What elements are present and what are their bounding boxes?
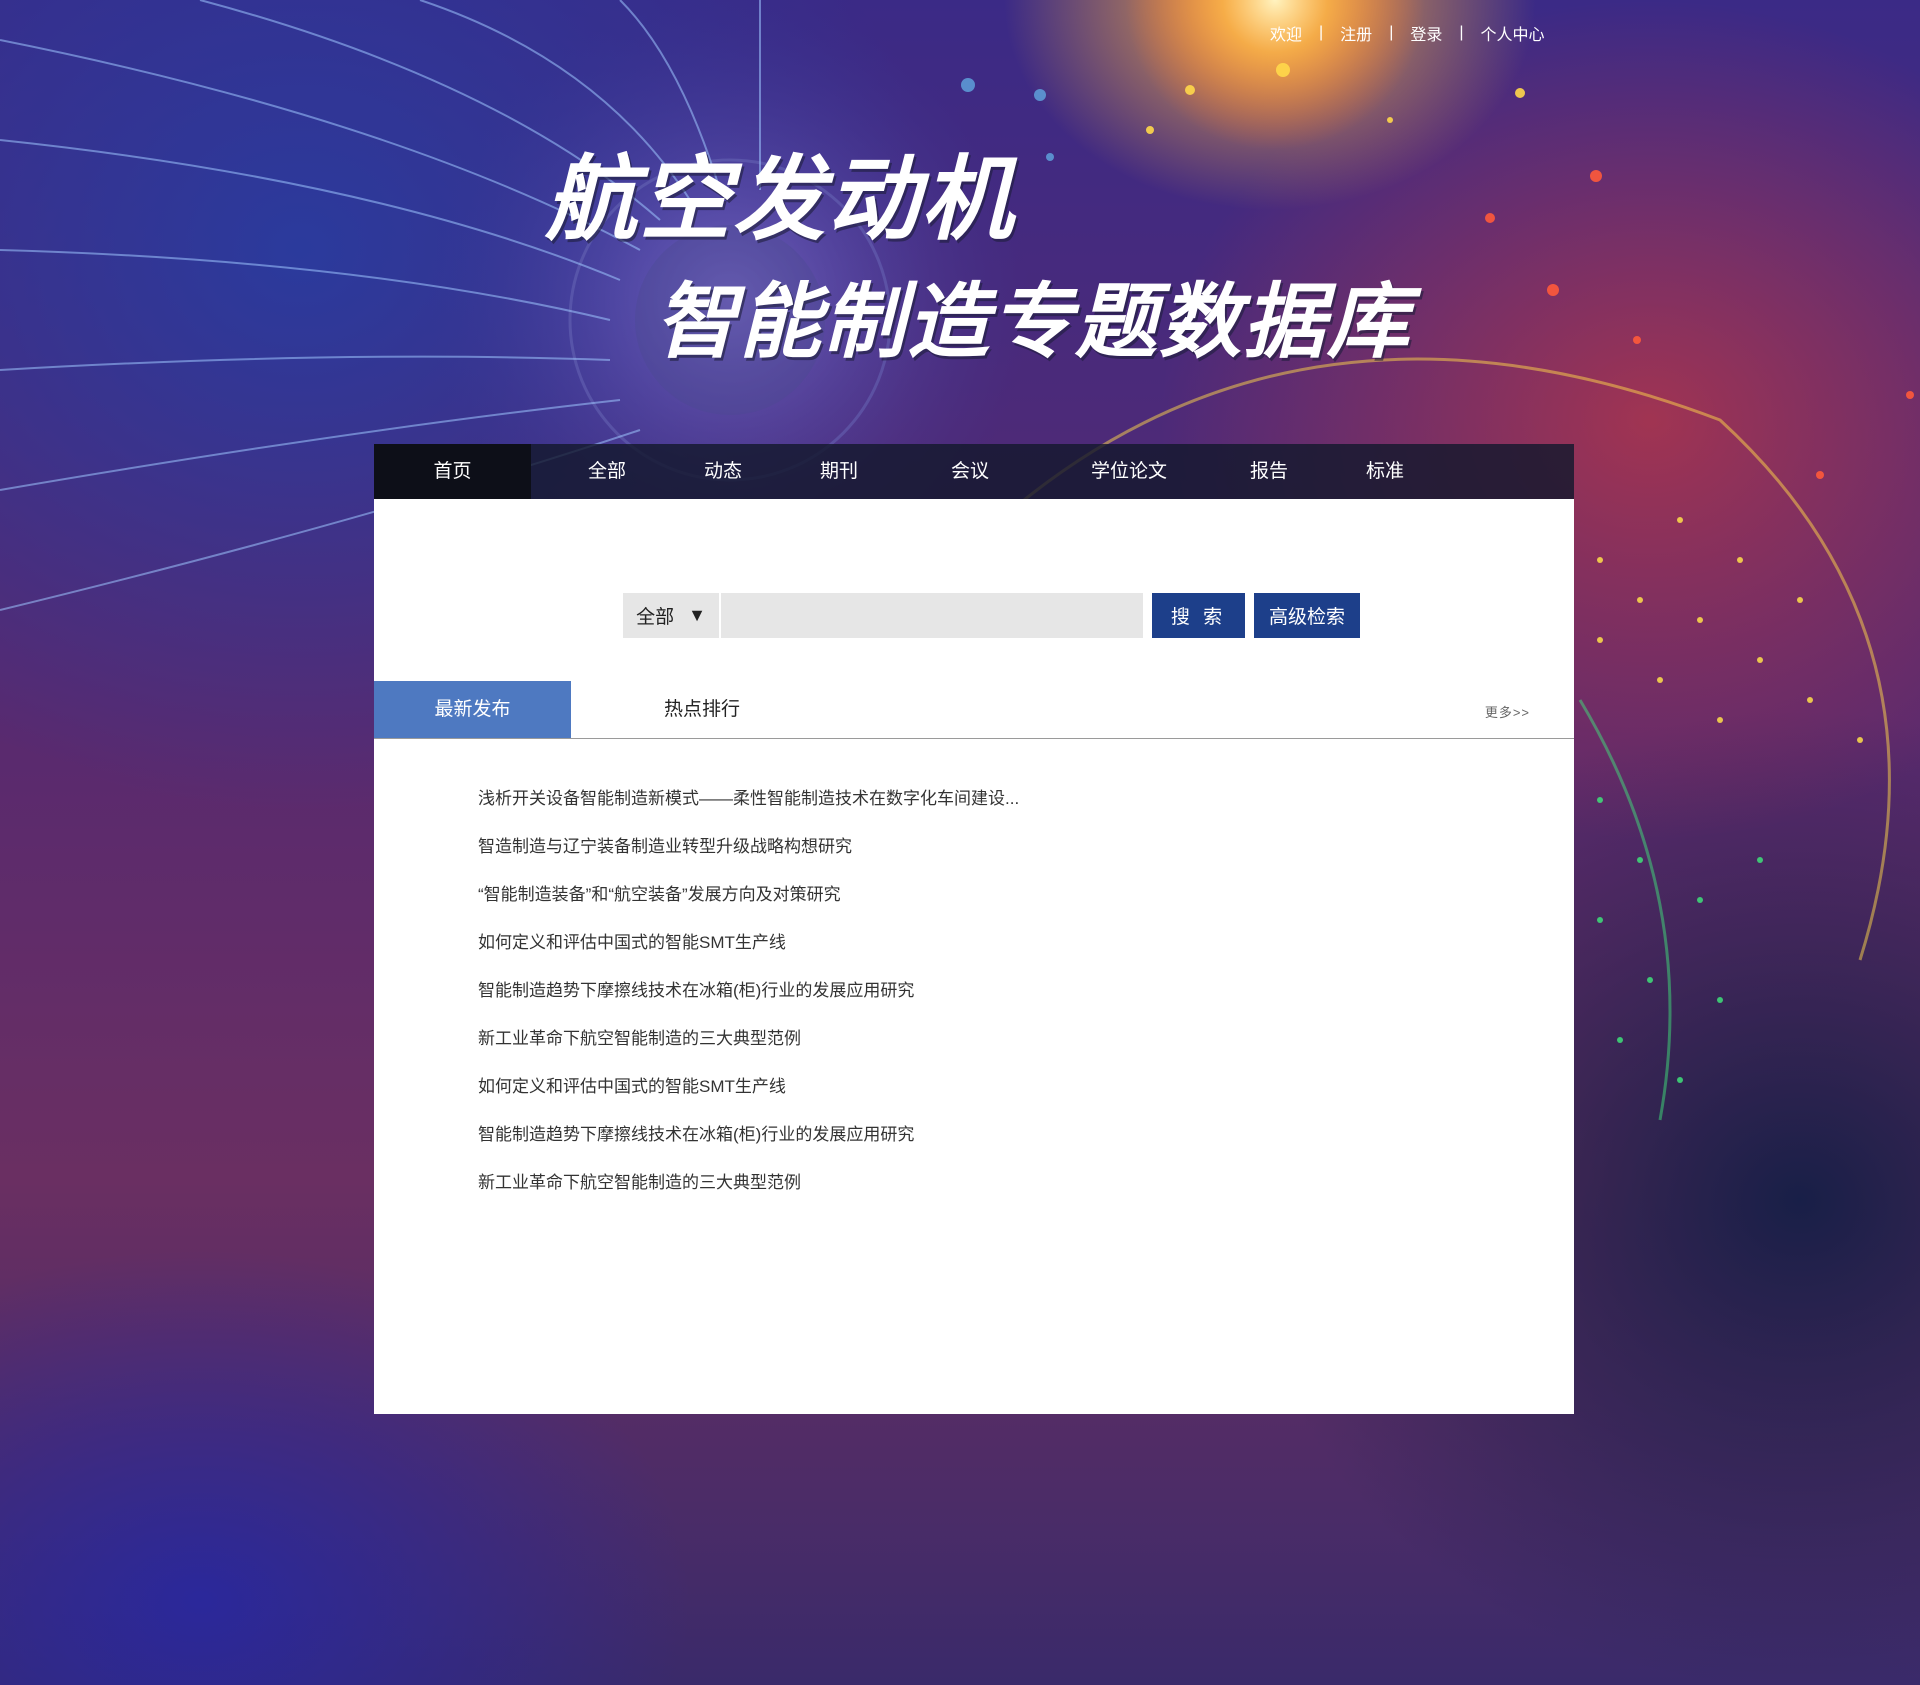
list-item[interactable]: 智能制造趋势下摩擦线技术在冰箱(柜)行业的发展应用研究 [478,1120,1019,1168]
nav-item-news[interactable]: 动态 [683,444,763,499]
separator: | [1459,24,1464,41]
register-link[interactable]: 注册 [1340,21,1372,45]
nav-item-home[interactable]: 首页 [374,444,531,499]
nav-item-journals[interactable]: 期刊 [799,444,879,499]
list-item[interactable]: 智能制造趋势下摩擦线技术在冰箱(柜)行业的发展应用研究 [478,976,1019,1024]
nav-item-standards[interactable]: 标准 [1345,444,1425,499]
tab-latest[interactable]: 最新发布 [374,681,571,738]
separator: | [1319,24,1324,41]
article-list: 浅析开关设备智能制造新模式——柔性智能制造技术在数字化车间建设... 智造制造与… [478,784,1019,1216]
caret-down-icon: ▼ [688,605,706,625]
list-item[interactable]: 如何定义和评估中国式的智能SMT生产线 [478,928,1019,976]
search-scope-select[interactable]: 全部 ▼ [623,593,721,638]
nav-item-conferences[interactable]: 会议 [930,444,1010,499]
tab-hot[interactable]: 热点排行 [638,681,766,738]
more-link[interactable]: 更多>> [1485,702,1530,721]
user-center-link[interactable]: 个人中心 [1481,21,1545,45]
nav-item-all[interactable]: 全部 [567,444,647,499]
advanced-search-button[interactable]: 高级检索 [1254,593,1360,638]
list-item[interactable]: 浅析开关设备智能制造新模式——柔性智能制造技术在数字化车间建设... [478,784,1019,832]
list-item[interactable]: 智造制造与辽宁装备制造业转型升级战略构想研究 [478,832,1019,880]
main-nav: 首页 全部 动态 期刊 会议 学位论文 报告 标准 [374,444,1574,499]
nav-item-reports[interactable]: 报告 [1229,444,1309,499]
list-item[interactable]: “智能制造装备”和“航空装备”发展方向及对策研究 [478,880,1019,928]
content-panel: 全部 ▼ 搜 索 高级检索 最新发布 热点排行 更多>> 浅析开关设备智能制造新… [374,499,1574,1414]
search-scope-value: 全部 [636,607,675,628]
list-item[interactable]: 如何定义和评估中国式的智能SMT生产线 [478,1072,1019,1120]
list-item[interactable]: 新工业革命下航空智能制造的三大典型范例 [478,1168,1019,1216]
top-user-links: 欢迎 | 注册 | 登录 | 个人中心 [1270,20,1600,46]
nav-item-theses[interactable]: 学位论文 [1074,444,1184,499]
search-button[interactable]: 搜 索 [1152,593,1245,638]
list-item[interactable]: 新工业革命下航空智能制造的三大典型范例 [478,1024,1019,1072]
separator: | [1389,24,1394,41]
article-tabs: 最新发布 热点排行 更多>> [374,681,1574,739]
search-input[interactable] [721,593,1143,638]
search-bar: 全部 ▼ 搜 索 高级检索 [623,593,1360,638]
welcome-link: 欢迎 [1270,27,1303,44]
hero-title-line2: 智能制造专题数据库 [655,275,1411,370]
login-link[interactable]: 登录 [1410,21,1442,45]
hero-title-line1: 航空发动机 [545,146,1016,253]
